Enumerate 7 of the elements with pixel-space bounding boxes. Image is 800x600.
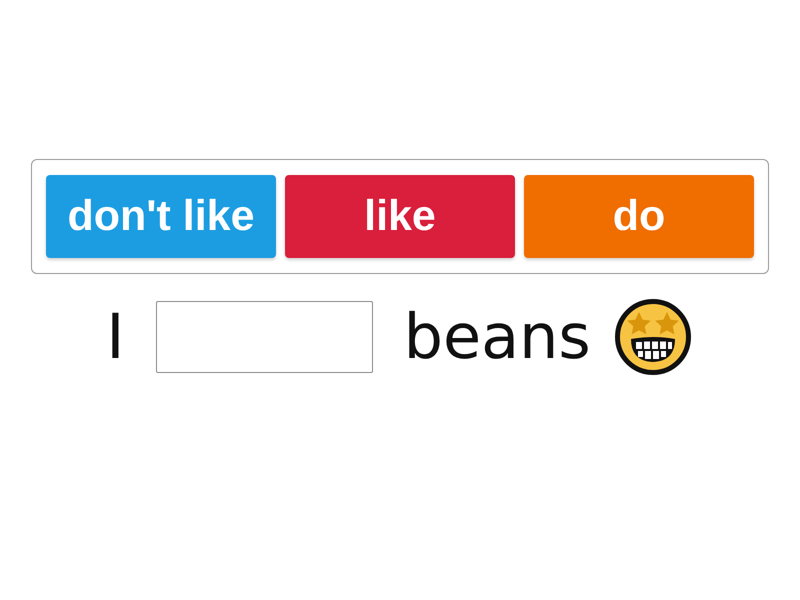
star-struck-face-icon	[614, 299, 691, 375]
word-tile[interactable]: like	[285, 175, 515, 258]
word-tile[interactable]: do	[524, 175, 754, 258]
sentence-word: I	[106, 301, 125, 373]
word-tile[interactable]: don't like	[46, 175, 276, 258]
sentence-word: beans	[404, 301, 591, 373]
answer-box[interactable]	[156, 301, 373, 373]
